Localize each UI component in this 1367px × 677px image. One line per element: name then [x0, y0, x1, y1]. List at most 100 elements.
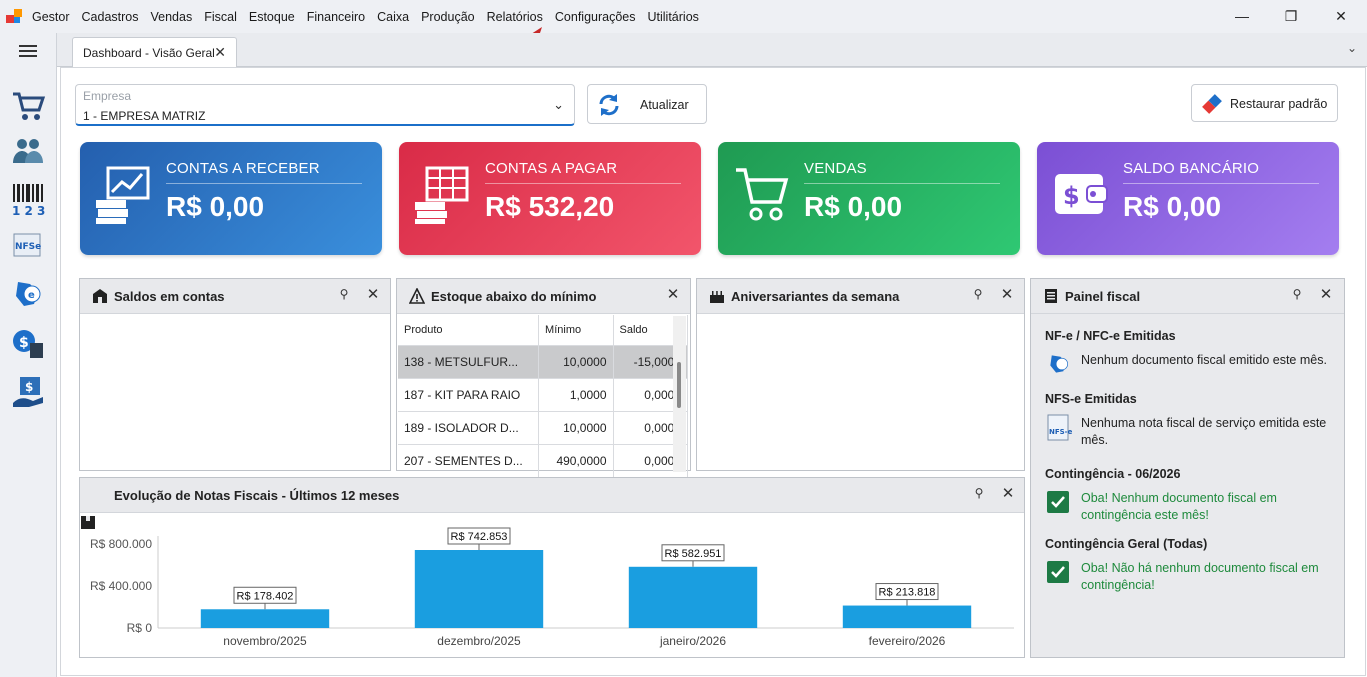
- card-title: CONTAS A PAGAR: [485, 160, 618, 177]
- x-tick-label: fevereiro/2026: [869, 634, 946, 648]
- panel-title: Estoque abaixo do mínimo: [431, 289, 597, 304]
- panel-header: Evolução de Notas Fiscais - Últimos 12 m…: [80, 478, 1024, 529]
- app-logo-icon: [6, 9, 22, 23]
- bar: [628, 566, 758, 628]
- minimize-button[interactable]: —: [1232, 6, 1252, 26]
- check-icon: [1047, 561, 1069, 583]
- panel-header: Painel fiscal ⚲ ✕: [1031, 279, 1344, 314]
- svg-text:NFSe: NFSe: [15, 242, 41, 252]
- tab-label: Dashboard - Visão Geral: [83, 46, 215, 60]
- vertical-scrollbar[interactable]: [673, 316, 686, 472]
- panel-title: Aniversariantes da semana: [731, 289, 900, 304]
- menu-producao[interactable]: Produção: [421, 10, 475, 24]
- people-icon[interactable]: [10, 133, 46, 169]
- x-tick-label: janeiro/2026: [659, 634, 726, 648]
- bar: [414, 550, 544, 628]
- card-vendas[interactable]: VENDAS R$ 0,00: [718, 142, 1020, 255]
- column-header-produto[interactable]: Produto: [398, 315, 540, 346]
- table-row[interactable]: 187 - KIT PARA RAIO 1,0000 0,0000: [398, 378, 689, 412]
- card-contas-receber[interactable]: CONTAS A RECEBER R$ 0,00: [80, 142, 382, 255]
- menu-utilitarios[interactable]: Utilitários: [648, 10, 699, 24]
- cart-icon: [736, 168, 789, 221]
- cell-minimo: 1,0000: [538, 378, 614, 412]
- maximize-button[interactable]: ❐: [1281, 6, 1301, 26]
- spreadsheet-money-icon: [415, 166, 469, 224]
- close-icon[interactable]: ✕: [999, 285, 1015, 303]
- data-label: R$ 178.402: [237, 590, 294, 602]
- menu-estoque[interactable]: Estoque: [249, 10, 295, 24]
- nfe-icon[interactable]: e: [10, 276, 46, 312]
- warning-icon: [409, 288, 425, 304]
- cell-minimo: 10,0000: [538, 411, 614, 445]
- chevron-down-icon[interactable]: ⌄: [1347, 41, 1357, 55]
- hamburger-menu-icon[interactable]: [18, 41, 38, 61]
- bar: [200, 609, 330, 628]
- svg-text:$: $: [1063, 182, 1080, 210]
- contingencia-section-title: Contingência - 06/2026: [1045, 467, 1181, 481]
- column-header-minimo[interactable]: Mínimo: [538, 315, 614, 346]
- cell-minimo: 10,0000: [538, 345, 614, 379]
- card-divider: [166, 183, 362, 184]
- atualizar-button[interactable]: Atualizar: [587, 84, 707, 124]
- svg-text:$: $: [19, 335, 29, 351]
- menu-fiscal[interactable]: Fiscal: [204, 10, 237, 24]
- payment-hand-icon[interactable]: $: [10, 373, 46, 409]
- cell-minimo: 490,0000: [538, 444, 614, 478]
- cell-produto: 187 - KIT PARA RAIO: [398, 378, 540, 412]
- tab-dashboard[interactable]: Dashboard - Visão Geral ✕: [72, 37, 237, 67]
- svg-text:e: e: [28, 290, 35, 301]
- data-label: R$ 213.818: [879, 587, 936, 599]
- nfse-message: Nenhuma nota fiscal de serviço emitida e…: [1081, 416, 1327, 447]
- svg-text:$: $: [25, 380, 33, 394]
- document-icon: [1045, 289, 1057, 303]
- pin-icon[interactable]: ⚲: [336, 287, 352, 303]
- nfse-section-title: NFS-e Emitidas: [1045, 392, 1137, 406]
- cart-icon[interactable]: [10, 88, 46, 124]
- pin-icon[interactable]: ⚲: [970, 287, 986, 303]
- card-title: CONTAS A RECEBER: [166, 160, 320, 177]
- x-tick-label: novembro/2025: [223, 634, 307, 648]
- empresa-select[interactable]: Empresa 1 - EMPRESA MATRIZ ⌄: [75, 84, 575, 126]
- table-row[interactable]: 138 - METSULFUR... 10,0000 -15,0000: [398, 345, 689, 379]
- nfse-icon[interactable]: NFSe: [10, 228, 46, 264]
- contingencia-geral-message: Oba! Não há nenhum documento fiscal em c…: [1081, 561, 1319, 592]
- card-title: VENDAS: [804, 160, 867, 177]
- card-title: SALDO BANCÁRIO: [1123, 160, 1260, 177]
- empresa-value: 1 - EMPRESA MATRIZ: [83, 109, 206, 123]
- pin-icon[interactable]: ⚲: [971, 486, 987, 502]
- close-icon[interactable]: ✕: [365, 285, 381, 303]
- menu-vendas[interactable]: Vendas: [151, 10, 193, 24]
- restaurar-padrao-button[interactable]: Restaurar padrão: [1191, 84, 1338, 122]
- table-row[interactable]: 207 - SEMENTES D... 490,0000 0,0000: [398, 444, 689, 478]
- y-tick-label: R$ 400.000: [90, 579, 152, 593]
- close-icon[interactable]: ✕: [1000, 484, 1016, 502]
- bar: [842, 605, 972, 628]
- tab-close-button[interactable]: ✕: [214, 44, 226, 61]
- close-window-button[interactable]: ✕: [1331, 6, 1351, 26]
- finance-calculator-icon[interactable]: $: [10, 325, 46, 361]
- close-icon[interactable]: ✕: [1318, 285, 1334, 303]
- cell-produto: 189 - ISOLADOR D...: [398, 411, 540, 445]
- menu-configuracoes[interactable]: Configurações: [555, 10, 636, 24]
- table-row[interactable]: 189 - ISOLADOR D... 10,0000 0,0000: [398, 411, 689, 445]
- check-icon: [1047, 491, 1069, 513]
- menu-cadastros[interactable]: Cadastros: [82, 10, 139, 24]
- panel-header: Estoque abaixo do mínimo ✕: [397, 279, 690, 314]
- card-saldo-bancario[interactable]: $ SALDO BANCÁRIO R$ 0,00: [1037, 142, 1339, 255]
- pin-icon[interactable]: ⚲: [1289, 287, 1305, 303]
- close-icon[interactable]: ✕: [665, 285, 681, 303]
- panel-saldos-contas: Saldos em contas ⚲ ✕: [79, 278, 391, 471]
- stock-table: Produto Mínimo Saldo 138 - METSULFUR... …: [398, 315, 689, 478]
- card-contas-pagar[interactable]: CONTAS A PAGAR R$ 532,20: [399, 142, 701, 255]
- menu-financeiro[interactable]: Financeiro: [307, 10, 365, 24]
- bank-icon: [93, 289, 107, 303]
- barcode-icon[interactable]: 1 2 3: [10, 181, 46, 217]
- nfe-message: Nenhum documento fiscal emitido este mês…: [1081, 353, 1327, 367]
- menu-caixa[interactable]: Caixa: [377, 10, 409, 24]
- menu-gestor[interactable]: Gestor: [32, 10, 70, 24]
- restaurar-label: Restaurar padrão: [1230, 97, 1328, 111]
- scrollbar-thumb[interactable]: [677, 362, 681, 408]
- panel-title: Evolução de Notas Fiscais - Últimos 12 m…: [114, 488, 400, 503]
- card-divider: [1123, 183, 1319, 184]
- menu-bar: Gestor Cadastros Vendas Fiscal Estoque F…: [32, 0, 711, 33]
